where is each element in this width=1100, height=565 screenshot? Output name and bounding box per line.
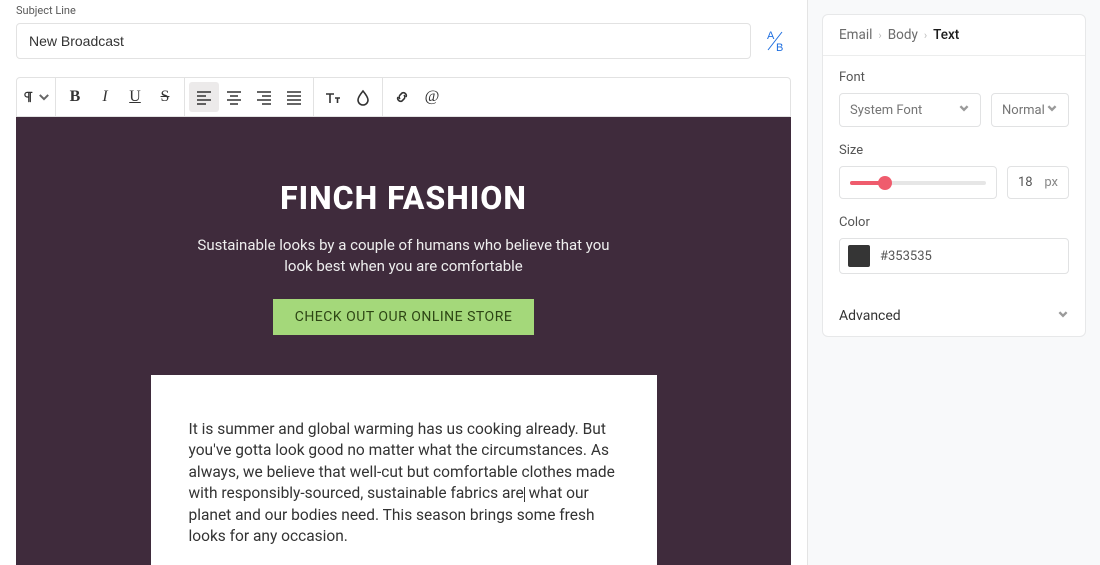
- hero-tagline[interactable]: Sustainable looks by a couple of humans …: [184, 235, 624, 277]
- breadcrumb-item[interactable]: Body: [888, 27, 918, 43]
- mention-button[interactable]: @: [417, 82, 447, 112]
- strikethrough-button[interactable]: S: [150, 82, 180, 112]
- advanced-section-toggle[interactable]: Advanced: [823, 296, 1085, 336]
- slider-thumb[interactable]: [878, 176, 892, 190]
- size-value-input[interactable]: 18 px: [1007, 166, 1069, 199]
- droplet-icon: [354, 88, 372, 106]
- align-left-icon: [195, 88, 213, 106]
- inspector-sidebar: Email › Body › Text Font System Font Nor…: [808, 0, 1100, 565]
- align-center-icon: [225, 88, 243, 106]
- ab-test-icon: A B: [762, 28, 788, 54]
- pilcrow-icon: [21, 88, 35, 106]
- align-left-button[interactable]: [189, 82, 219, 112]
- body-paragraph[interactable]: It is summer and global warming has us c…: [189, 419, 619, 547]
- chevron-right-icon: ›: [924, 29, 927, 42]
- chevron-down-icon: [1046, 102, 1058, 118]
- text-size-button[interactable]: [318, 82, 348, 112]
- svg-text:A: A: [767, 30, 775, 42]
- link-button[interactable]: [387, 82, 417, 112]
- bold-button[interactable]: B: [60, 82, 90, 112]
- subject-line-label: Subject Line: [16, 4, 791, 17]
- hero-cta-button[interactable]: CHECK OUT OUR ONLINE STORE: [273, 299, 535, 335]
- hero-title[interactable]: FINCH FASHION: [56, 179, 751, 217]
- subject-line-input[interactable]: [16, 23, 751, 59]
- size-label: Size: [839, 143, 1069, 158]
- font-family-select[interactable]: System Font: [839, 93, 981, 127]
- breadcrumb-current: Text: [933, 27, 959, 43]
- breadcrumb: Email › Body › Text: [823, 15, 1085, 56]
- color-swatch: [848, 245, 870, 267]
- hero-block[interactable]: FINCH FASHION Sustainable looks by a cou…: [16, 117, 791, 375]
- email-canvas[interactable]: FINCH FASHION Sustainable looks by a cou…: [16, 117, 791, 565]
- text-color-button[interactable]: [348, 82, 378, 112]
- italic-button[interactable]: I: [90, 82, 120, 112]
- breadcrumb-item[interactable]: Email: [839, 27, 872, 43]
- align-justify-icon: [285, 88, 303, 106]
- editor-toolbar: B I U S @: [16, 77, 791, 117]
- align-right-button[interactable]: [249, 82, 279, 112]
- align-center-button[interactable]: [219, 82, 249, 112]
- align-right-icon: [255, 88, 273, 106]
- svg-text:B: B: [776, 42, 783, 54]
- align-justify-button[interactable]: [279, 82, 309, 112]
- body-card[interactable]: It is summer and global warming has us c…: [151, 375, 657, 565]
- text-size-icon: [324, 88, 342, 106]
- chevron-down-icon: [37, 88, 51, 106]
- link-icon: [393, 88, 411, 106]
- color-label: Color: [839, 215, 1069, 230]
- chevron-right-icon: ›: [878, 29, 881, 42]
- ab-test-button[interactable]: A B: [759, 23, 791, 59]
- font-label: Font: [839, 70, 1069, 85]
- font-weight-select[interactable]: Normal: [991, 93, 1069, 127]
- color-hex: #353535: [880, 249, 932, 264]
- underline-button[interactable]: U: [120, 82, 150, 112]
- chevron-down-icon: [958, 102, 970, 118]
- chevron-down-icon: [1057, 308, 1069, 324]
- paragraph-style-dropdown[interactable]: [21, 82, 51, 112]
- size-slider[interactable]: [839, 166, 997, 199]
- color-picker[interactable]: #353535: [839, 238, 1069, 274]
